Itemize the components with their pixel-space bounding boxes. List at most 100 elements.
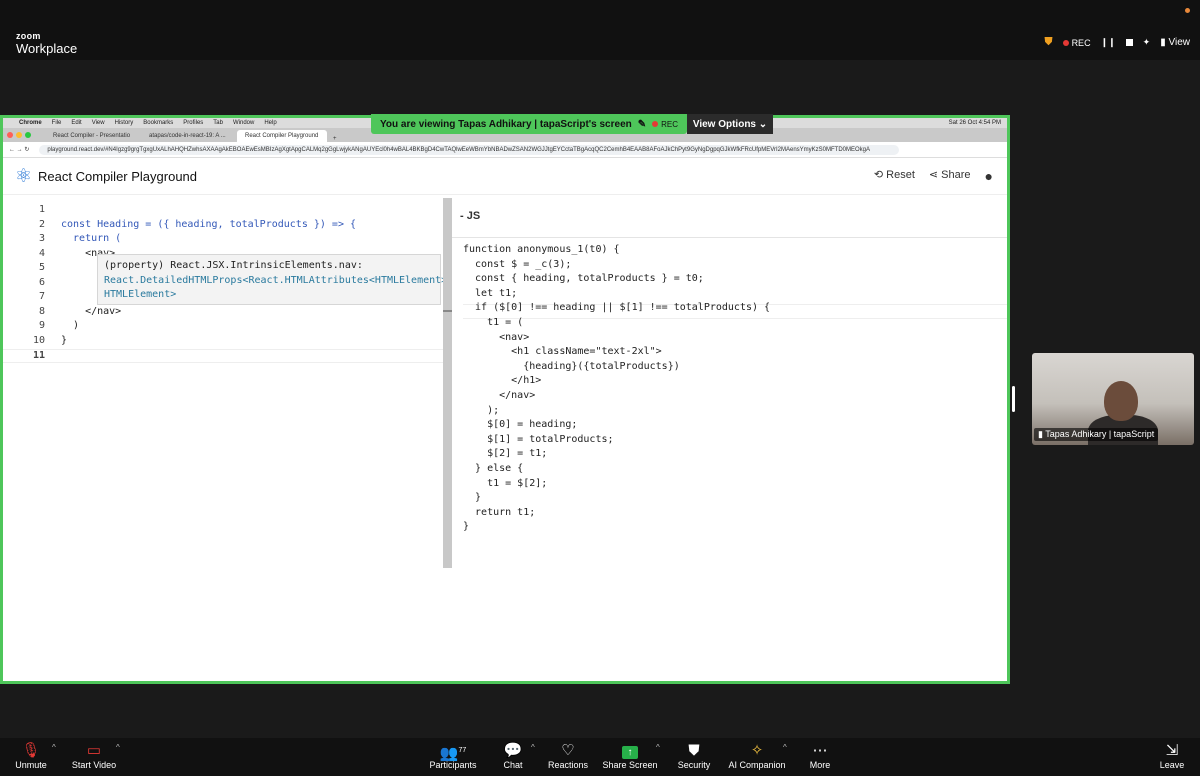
splitter-handle[interactable] xyxy=(443,310,452,312)
output-line: function anonymous_1(t0) { xyxy=(463,244,620,255)
chevron-up-icon[interactable]: ^ xyxy=(656,743,660,752)
line-number: 9 xyxy=(38,320,45,331)
share-label: Share xyxy=(941,169,971,181)
chevron-up-icon[interactable]: ^ xyxy=(116,743,120,752)
menu-item[interactable]: Tab xyxy=(213,120,223,126)
output-line: } xyxy=(463,492,482,504)
reactions-label: Reactions xyxy=(547,760,589,770)
muted-mic-icon: 🎙 xyxy=(21,742,41,759)
start-video-button[interactable]: ▭ Start Video xyxy=(68,742,120,770)
chevron-up-icon[interactable]: ^ xyxy=(52,743,56,752)
sparkle-icon[interactable]: ✦ xyxy=(1143,37,1151,48)
menu-item[interactable]: View xyxy=(92,120,105,126)
line-code: return ( xyxy=(61,233,122,244)
url-field[interactable]: playground.react.dev/#N4Igzg9grgTgxgUxAL… xyxy=(39,144,900,155)
shield-icon[interactable]: ⛊ xyxy=(1044,36,1052,49)
line-number: 1 xyxy=(38,204,45,215)
react-logo-icon: ⚛ xyxy=(15,165,33,187)
zoom-logo: zoom Workplace xyxy=(16,32,77,56)
zoom-top-bar: zoom Workplace ⛊ REC ❙❙ ✦ ▮ View xyxy=(0,0,1200,60)
view-button[interactable]: ▮ View xyxy=(1160,37,1190,48)
pane-splitter[interactable] xyxy=(443,198,452,568)
output-line: let t1; xyxy=(463,287,518,299)
output-line: return t1; xyxy=(463,506,536,518)
tooltip-line: HTMLElement> xyxy=(104,289,177,300)
pen-icon[interactable]: ✎ xyxy=(638,119,646,130)
line-code: ) xyxy=(61,320,80,331)
view-options-button[interactable]: View Options ⌄ xyxy=(687,114,773,134)
line-number: 4 xyxy=(38,248,45,259)
new-tab-icon[interactable]: + xyxy=(333,136,337,142)
output-line: } else { xyxy=(463,462,524,474)
browser-tab-active[interactable]: React Compiler Playground xyxy=(237,130,327,142)
minimize-window-icon[interactable] xyxy=(16,132,22,138)
menu-item[interactable]: Edit xyxy=(71,120,81,126)
editor-line-current: 11 xyxy=(3,349,451,363)
reactions-button[interactable]: ♡ Reactions xyxy=(546,742,590,770)
reset-label: Reset xyxy=(886,169,915,181)
pause-icon[interactable]: ❙❙ xyxy=(1101,37,1116,48)
browser-tab[interactable]: atapas/code-in-react-19: A ... xyxy=(141,130,231,142)
chevron-up-icon[interactable]: ^ xyxy=(531,743,535,752)
menu-item[interactable]: File xyxy=(52,120,62,126)
menu-item[interactable]: Profiles xyxy=(183,120,203,126)
chevron-down-icon: ⌄ xyxy=(758,118,768,130)
output-line: $[1] = totalProducts; xyxy=(463,433,614,445)
line-number: 6 xyxy=(38,277,45,288)
chat-button[interactable]: 💬 Chat xyxy=(500,742,526,770)
line-code: } xyxy=(61,335,68,346)
menu-item[interactable]: Chrome xyxy=(19,120,42,126)
view-options-label: View Options xyxy=(692,118,756,130)
menu-item[interactable]: Window xyxy=(233,120,254,126)
participants-button[interactable]: 👥77 Participants xyxy=(428,742,478,770)
participant-video[interactable]: ▮ Tapas Adhikary | tapaScript xyxy=(1032,353,1194,445)
line-number: 10 xyxy=(32,335,45,346)
output-line: $[0] = heading; xyxy=(463,419,578,431)
panel-resize-handle[interactable] xyxy=(1012,386,1015,412)
chat-icon: 💬 xyxy=(503,742,523,759)
output-line: {heading}({totalProducts}) xyxy=(463,360,680,372)
close-window-icon[interactable] xyxy=(7,132,13,138)
page-title: React Compiler Playground xyxy=(38,168,198,184)
back-icon[interactable]: ← xyxy=(9,147,15,153)
start-video-label: Start Video xyxy=(71,760,117,770)
window-controls xyxy=(7,132,31,138)
github-icon[interactable]: ● xyxy=(985,168,993,184)
menu-item[interactable]: History xyxy=(115,120,134,126)
output-line: if ($[0] !== heading || $[1] !== totalPr… xyxy=(463,302,771,314)
forward-icon[interactable]: → xyxy=(17,147,23,153)
reload-icon[interactable]: ↻ xyxy=(24,146,29,153)
participant-name-tag: ▮ Tapas Adhikary | tapaScript xyxy=(1034,428,1159,441)
reset-button[interactable]: ⟲ Reset xyxy=(874,168,915,184)
ai-companion-button[interactable]: ✧ AI Companion xyxy=(728,742,786,770)
participants-icon: 👥77 xyxy=(439,745,467,762)
share-screen-button[interactable]: ↑ Share Screen xyxy=(602,742,658,770)
security-button[interactable]: ⛊ Security xyxy=(676,742,712,770)
unmute-button[interactable]: 🎙 Unmute xyxy=(14,742,48,770)
leave-button[interactable]: ⇲ Leave xyxy=(1158,742,1186,770)
more-icon: ⋯ xyxy=(812,742,828,759)
output-line: const $ = _c(3); xyxy=(463,258,572,270)
input-editor[interactable]: 1 2 const Heading = ({ heading, totalProd… xyxy=(3,198,453,681)
line-code: </nav> xyxy=(61,306,122,317)
maximize-window-icon[interactable] xyxy=(25,132,31,138)
browser-tab[interactable]: React Compiler - Presentatio xyxy=(45,130,135,142)
menu-item[interactable]: Bookmarks xyxy=(143,120,173,126)
rec-dot-icon xyxy=(652,121,659,128)
recording-indicator[interactable]: REC xyxy=(1062,38,1091,48)
editor-line: 3 return ( xyxy=(3,233,451,247)
editor-line: 8 </nav> xyxy=(3,306,451,320)
share-icon: ⋖ xyxy=(928,169,939,181)
share-screen-label: Share Screen xyxy=(602,760,658,770)
output-line: </nav> xyxy=(463,389,536,401)
menu-item[interactable]: Help xyxy=(264,120,276,126)
hover-tooltip: (property) React.JSX.IntrinsicElements.n… xyxy=(97,254,453,305)
view-label: View xyxy=(1168,37,1191,48)
share-button[interactable]: ⋖ Share xyxy=(929,168,971,184)
leave-label: Leave xyxy=(1159,760,1185,770)
chevron-up-icon[interactable]: ^ xyxy=(783,743,787,752)
meeting-controls-top: ⛊ REC ❙❙ ✦ ▮ View xyxy=(1044,36,1190,49)
more-button[interactable]: ⋯ More xyxy=(806,742,834,770)
stop-icon[interactable] xyxy=(1125,39,1133,46)
output-tab-header[interactable]: - JS xyxy=(460,210,480,222)
